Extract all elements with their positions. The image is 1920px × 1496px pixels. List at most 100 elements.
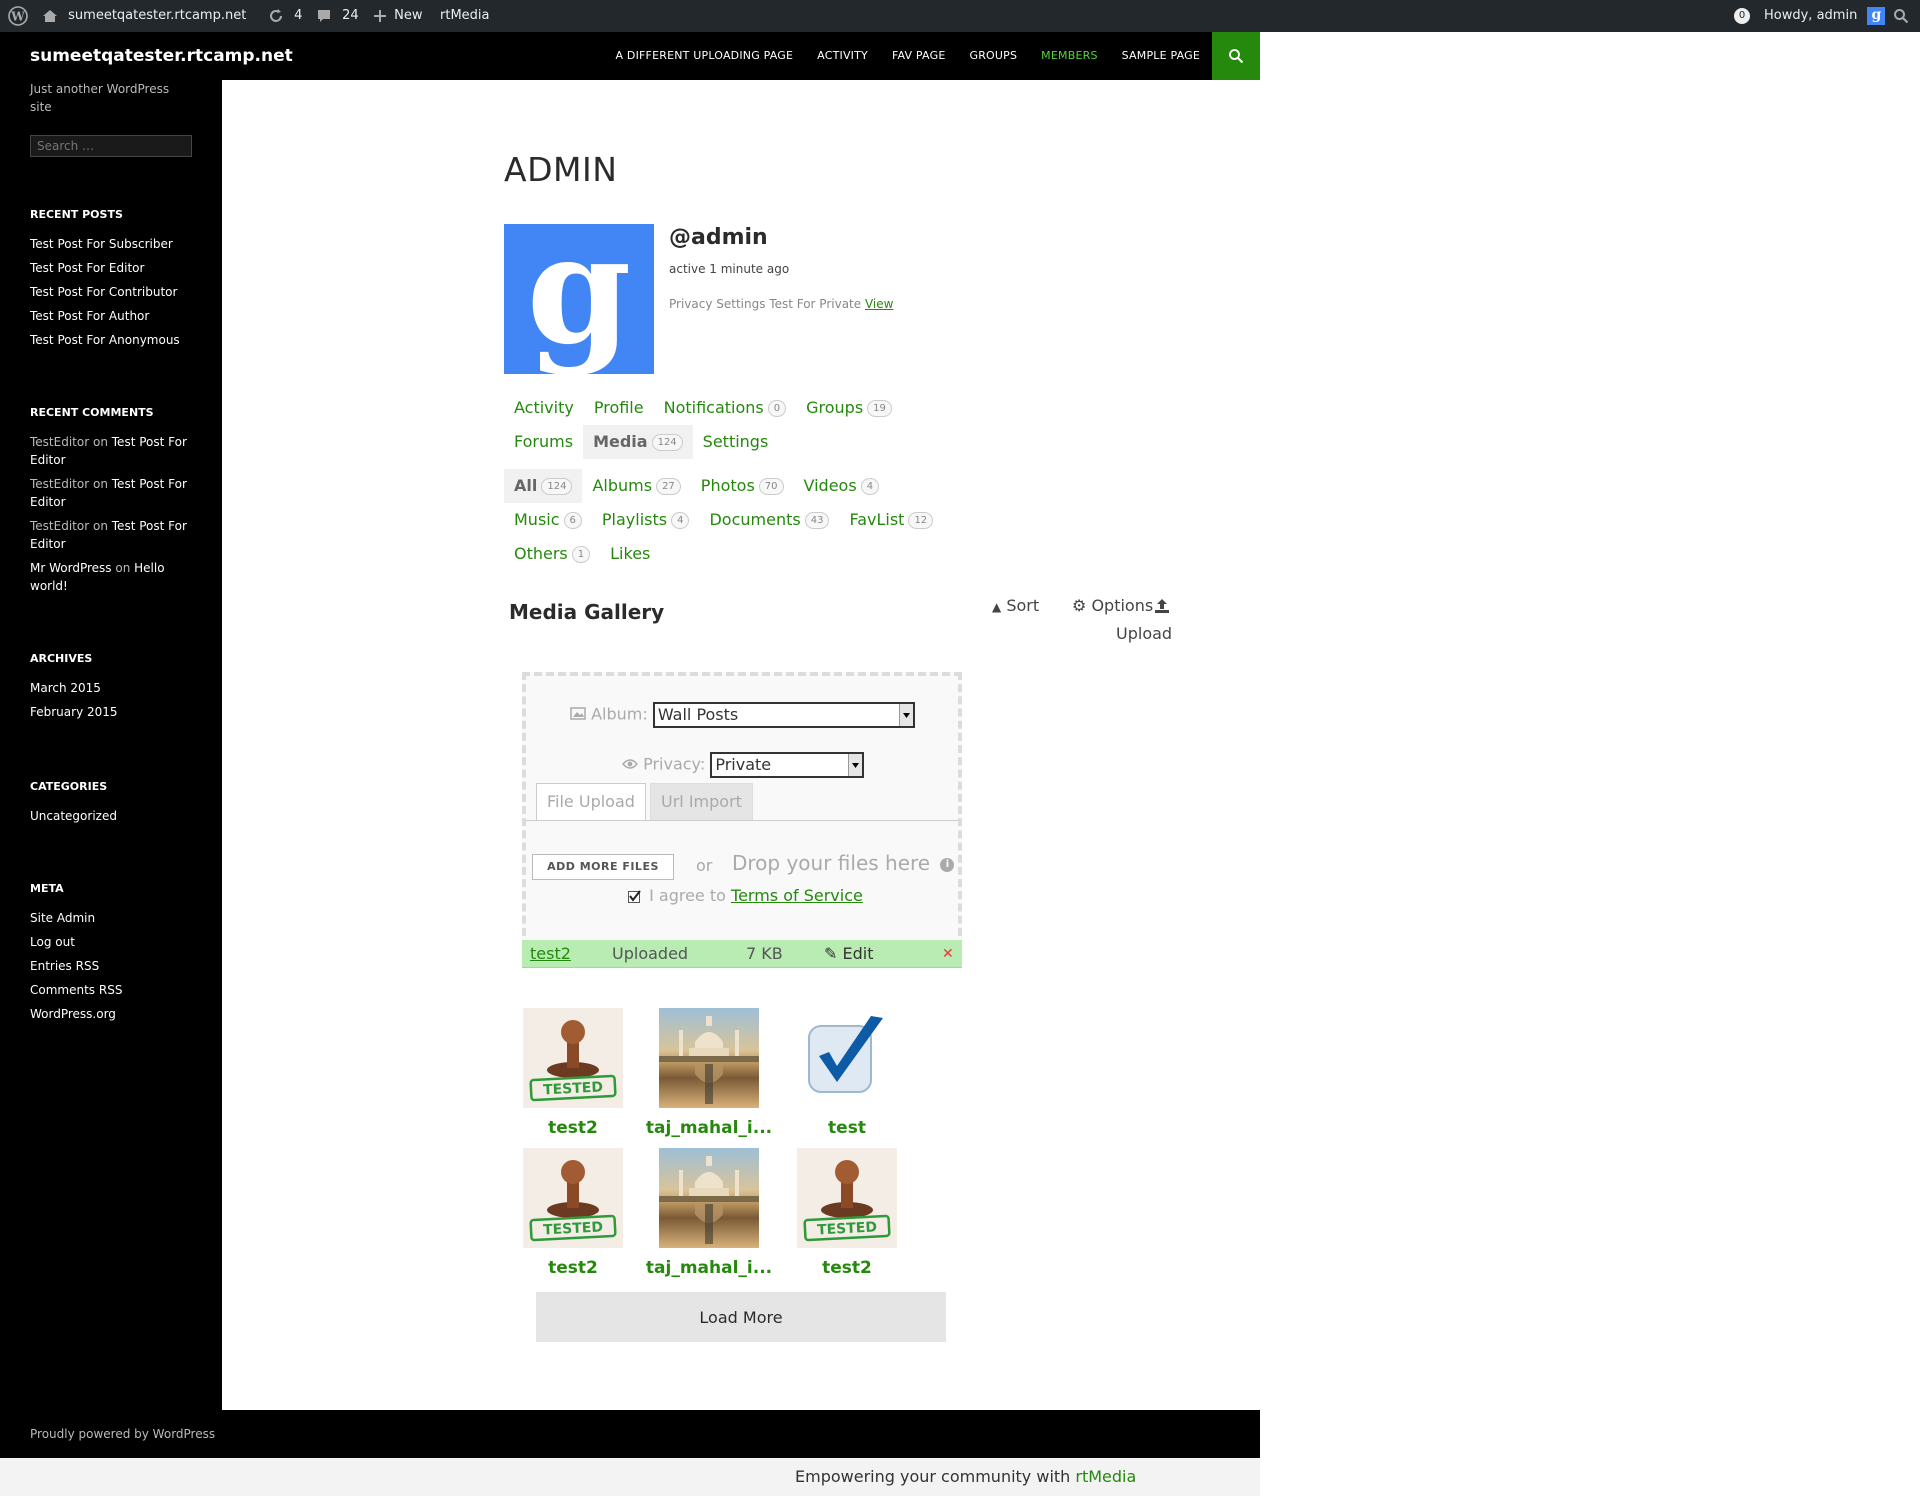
archive-link[interactable]: March 2015 [30,681,101,695]
count-badge: 43 [804,512,830,529]
notifications-link[interactable]: 0 [1734,0,1756,32]
media-thumbnail[interactable] [659,1148,759,1248]
sort-button[interactable]: ▲︎ Sort [992,596,1039,615]
media-item[interactable]: test [782,1008,912,1138]
site-title[interactable]: sumeetqatester.rtcamp.net [30,32,293,80]
tab-forums[interactable]: Forums [504,425,583,459]
nav-item-activity[interactable]: ACTIVITY [805,32,880,80]
media-tab-likes[interactable]: Likes [600,537,660,571]
admin-bar-search-icon[interactable] [1893,0,1909,32]
nav-item-sample-page[interactable]: SAMPLE PAGE [1110,32,1212,80]
new-content-link[interactable]: New [374,0,423,32]
media-thumbnail[interactable] [797,1008,897,1108]
nav-item-uploading-page[interactable]: A DIFFERENT UPLOADING PAGE [603,32,805,80]
tab-label: Profile [593,398,644,417]
updates-link[interactable]: 4 [268,0,302,32]
archive-link[interactable]: February 2015 [30,705,118,719]
meta-wordpress-org-link[interactable]: WordPress.org [30,1007,116,1021]
media-tab-videos[interactable]: Videos 4 [794,469,890,503]
media-thumbnail[interactable]: TESTED [523,1008,623,1108]
uploaded-file-name[interactable]: test2 [530,940,571,968]
tab-url-import[interactable]: Url Import [650,783,753,821]
load-more-button[interactable]: Load More [536,1292,946,1342]
category-link[interactable]: Uncategorized [30,809,117,823]
album-select[interactable]: Wall Posts [652,702,915,728]
powered-by-link[interactable]: Proudly powered by WordPress [30,1410,215,1458]
recent-post-link[interactable]: Test Post For Anonymous [30,333,180,347]
media-title[interactable]: taj_mahal_i... [644,1118,774,1138]
archives-widget: ARCHIVES March 2015 February 2015 [30,652,200,727]
tab-file-upload[interactable]: File Upload [536,783,646,821]
privacy-select[interactable]: Private [710,752,865,778]
remove-file-icon[interactable]: ✕ [942,940,954,968]
media-title[interactable]: test [782,1118,912,1138]
rtmedia-menu-link[interactable]: rtMedia [440,0,490,32]
recent-post-link[interactable]: Test Post For Subscriber [30,237,173,251]
count-badge: 124 [541,478,573,495]
media-title[interactable]: test2 [508,1258,638,1278]
tab-label: FavList [849,510,905,529]
nav-item-groups[interactable]: GROUPS [957,32,1029,80]
uploaded-file-row: test2 Uploaded 7 KB ✎︎ Edit ✕ [522,940,962,968]
my-account-link[interactable]: Howdy, admin g [1764,0,1886,32]
tab-groups[interactable]: Groups 19 [796,391,902,425]
media-thumbnail[interactable]: TESTED [797,1148,897,1248]
avatar-letter: g [526,224,632,374]
media-tab-documents[interactable]: Documents 43 [699,503,839,537]
home-icon [43,9,57,22]
rtmedia-link[interactable]: rtMedia [1075,1467,1136,1486]
media-tab-music[interactable]: Music 6 [504,503,592,537]
tab-settings[interactable]: Settings [693,425,779,459]
nav-item-fav-page[interactable]: FAV PAGE [880,32,958,80]
meta-comments-rss-link[interactable]: Comments RSS [30,983,122,997]
media-item[interactable]: TESTED test2 [508,1008,638,1138]
media-item[interactable]: taj_mahal_i... [644,1148,774,1278]
search-toggle-button[interactable] [1212,32,1260,80]
upload-container: Album: Wall Posts Privacy: Private File … [522,672,962,948]
media-title[interactable]: test2 [508,1118,638,1138]
recent-post-link[interactable]: Test Post For Editor [30,261,144,275]
comments-link[interactable]: 24 [316,0,359,32]
avatar[interactable]: g [504,224,654,374]
meta-logout-link[interactable]: Log out [30,935,75,949]
media-tab-photos[interactable]: Photos 70 [691,469,794,503]
media-tab-playlists[interactable]: Playlists 4 [592,503,700,537]
media-item[interactable]: TESTED test2 [782,1148,912,1278]
wordpress-logo-icon[interactable]: W [8,0,28,32]
media-item[interactable]: taj_mahal_i... [644,1008,774,1138]
media-tab-albums[interactable]: Albums 27 [582,469,690,503]
terms-checkbox[interactable] [628,889,641,903]
terms-of-service-link[interactable]: Terms of Service [731,886,863,905]
media-thumbnail[interactable] [659,1008,759,1108]
recent-post-link[interactable]: Test Post For Author [30,309,149,323]
media-tab-favlist[interactable]: FavList 12 [839,503,943,537]
comment-author-link[interactable]: Mr WordPress [30,561,112,575]
tab-profile[interactable]: Profile [584,391,654,425]
upload-toggle-button[interactable]: Upload [1116,596,1176,656]
drop-zone[interactable]: Drop your files here i [732,851,955,875]
nav-item-members[interactable]: MEMBERS [1029,32,1109,80]
add-more-files-button[interactable]: ADD MORE FILES [532,854,674,880]
chevron-down-icon [898,704,913,726]
media-tab-others[interactable]: Others 1 [504,537,600,571]
comment-author: TestEditor [30,477,90,491]
admin-bar-site-link[interactable]: sumeetqatester.rtcamp.net [42,0,246,32]
site-footer: Proudly powered by WordPress [0,1410,1260,1458]
tab-notifications[interactable]: Notifications 0 [654,391,797,425]
media-thumbnail[interactable]: TESTED [523,1148,623,1248]
media-tab-all[interactable]: All 124 [504,469,583,503]
sidebar-search-input[interactable] [30,135,192,157]
tab-media[interactable]: Media 124 [583,425,693,459]
edit-file-button[interactable]: ✎︎ Edit [824,940,873,968]
checkmark-image [808,1016,883,1093]
tab-activity[interactable]: Activity [504,391,584,425]
meta-site-admin-link[interactable]: Site Admin [30,911,95,925]
privacy-view-link[interactable]: View [865,297,893,311]
media-title[interactable]: taj_mahal_i... [644,1258,774,1278]
meta-entries-rss-link[interactable]: Entries RSS [30,959,99,973]
recent-post-link[interactable]: Test Post For Contributor [30,285,177,299]
media-item[interactable]: TESTED test2 [508,1148,638,1278]
media-tabs: All 124 Albums 27 Photos 70 Videos 4 Music 6 … [504,469,954,571]
rtmedia-credit-text: Empowering your community with [795,1467,1071,1486]
media-title[interactable]: test2 [782,1258,912,1278]
